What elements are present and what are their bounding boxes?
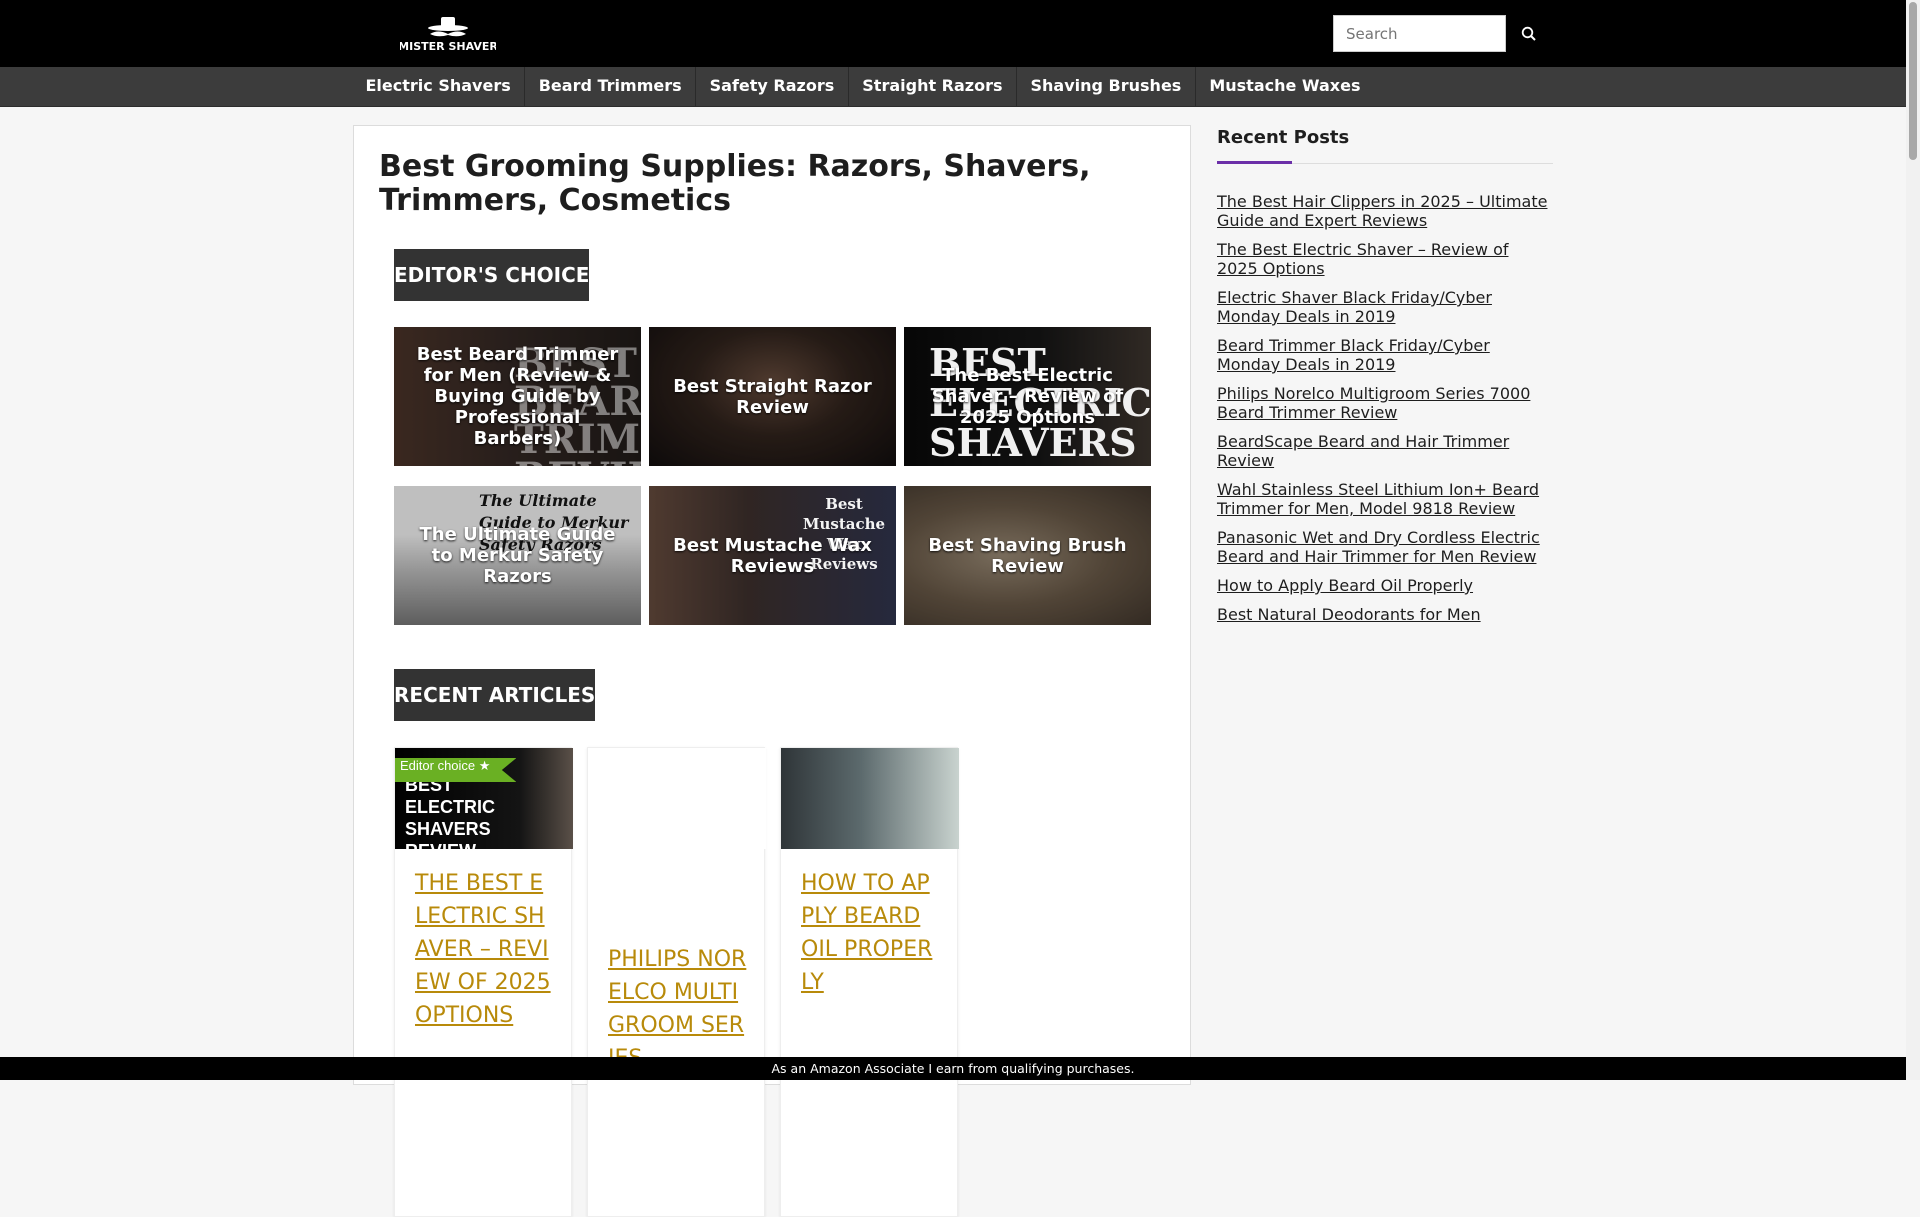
article-thumbnail[interactable] [588,748,766,849]
main-nav: Electric Shavers Beard Trimmers Safety R… [0,67,1906,107]
widget-divider [1217,161,1553,164]
article-thumbnail[interactable]: Editor choice ★ BEST ELECTRIC SHAVERS RE… [395,748,573,849]
article-card: Editor choice ★ BEST ELECTRIC SHAVERS RE… [394,747,573,1217]
article-title-link[interactable]: THE BEST ELECTRIC SHAVER – REVIEW OF 202… [415,867,555,1032]
recent-posts-heading: Recent Posts [1217,127,1350,148]
recent-post-link[interactable]: Best Natural Deodorants for Men [1217,605,1481,624]
article-title-link[interactable]: PHILIPS NORELCO MULTIGROOM SERIES [608,943,748,1075]
vertical-scrollbar[interactable] [1906,0,1920,1080]
recent-post-link[interactable]: The Best Electric Shaver – Review of 202… [1217,240,1509,278]
nav-mustache-waxes[interactable]: Mustache Waxes [1196,67,1374,106]
editors-choice-heading: EDITOR'S CHOICE [394,249,589,301]
main-content: Best Grooming Supplies: Razors, Shavers,… [353,125,1191,1217]
search-input[interactable] [1333,15,1506,52]
featured-tile[interactable]: Best Mustache Wax Reviews Best Mustache … [649,486,896,625]
recent-post-link[interactable]: Wahl Stainless Steel Lithium Ion+ Beard … [1217,480,1539,518]
nav-shaving-brushes[interactable]: Shaving Brushes [1017,67,1196,106]
site-header: MISTER SHAVER [0,0,1906,67]
scrollbar-thumb[interactable] [1909,2,1917,160]
recent-articles-heading: RECENT ARTICLES [394,669,595,721]
recent-post-link[interactable]: Philips Norelco Multigroom Series 7000 B… [1217,384,1530,422]
tile-title: The Ultimate Guide to Merkur Safety Razo… [419,524,616,587]
nav-beard-trimmers[interactable]: Beard Trimmers [525,67,697,106]
nav-straight-razors[interactable]: Straight Razors [849,67,1018,106]
page-title: Best Grooming Supplies: Razors, Shavers,… [379,149,1091,218]
search-icon [1521,26,1536,41]
nav-safety-razors[interactable]: Safety Razors [696,67,849,106]
search-button[interactable] [1506,15,1551,52]
featured-tile[interactable]: The Ultimate Guide to Merkur Safety Razo… [394,486,641,625]
article-card: PHILIPS NORELCO MULTIGROOM SERIES [587,747,766,1217]
tile-title: Best Beard Trimmer for Men (Review & Buy… [416,344,619,449]
article-card: HOW TO APPLY BEARD OIL PROPERLY [780,747,959,1217]
recent-post-link[interactable]: Panasonic Wet and Dry Cordless Electric … [1217,528,1540,566]
recent-post-link[interactable]: Electric Shaver Black Friday/Cyber Monda… [1217,288,1492,326]
featured-tile[interactable]: BEST ELECTRIC SHAVERS REVIEW The Best El… [904,327,1151,466]
recent-post-link[interactable]: How to Apply Beard Oil Properly [1217,576,1473,595]
nav-electric-shavers[interactable]: Electric Shavers [352,67,526,106]
article-thumbnail[interactable] [781,748,959,849]
tile-title: The Best Electric Shaver – Review of 202… [931,365,1124,428]
article-title-link[interactable]: HOW TO APPLY BEARD OIL PROPERLY [801,867,941,999]
thumbnail-image-text: BEST ELECTRIC SHAVERS REVIEW [405,775,495,849]
recent-posts-list: The Best Hair Clippers in 2025 – Ultimat… [1217,192,1553,624]
featured-tile[interactable]: Best Shaving Brush Review [904,486,1151,625]
tile-title: Best Mustache Wax Reviews [673,534,872,577]
affiliate-disclaimer: As an Amazon Associate I earn from quali… [0,1057,1906,1080]
svg-text:MISTER SHAVER: MISTER SHAVER [400,40,496,53]
featured-tile[interactable]: BEST BEARD TRIMMERS REVIEW Best Beard Tr… [394,327,641,466]
site-logo[interactable]: MISTER SHAVER [400,14,496,54]
tile-title: Best Straight Razor Review [673,375,872,418]
recent-post-link[interactable]: BeardScape Beard and Hair Trimmer Review [1217,432,1509,470]
recent-post-link[interactable]: The Best Hair Clippers in 2025 – Ultimat… [1217,192,1547,230]
sidebar: Recent Posts The Best Hair Clippers in 2… [1217,125,1553,634]
recent-post-link[interactable]: Beard Trimmer Black Friday/Cyber Monday … [1217,336,1490,374]
editor-choice-badge: Editor choice ★ [395,758,517,782]
featured-tile[interactable]: Best Straight Razor Review [649,327,896,466]
tile-title: Best Shaving Brush Review [928,534,1127,577]
